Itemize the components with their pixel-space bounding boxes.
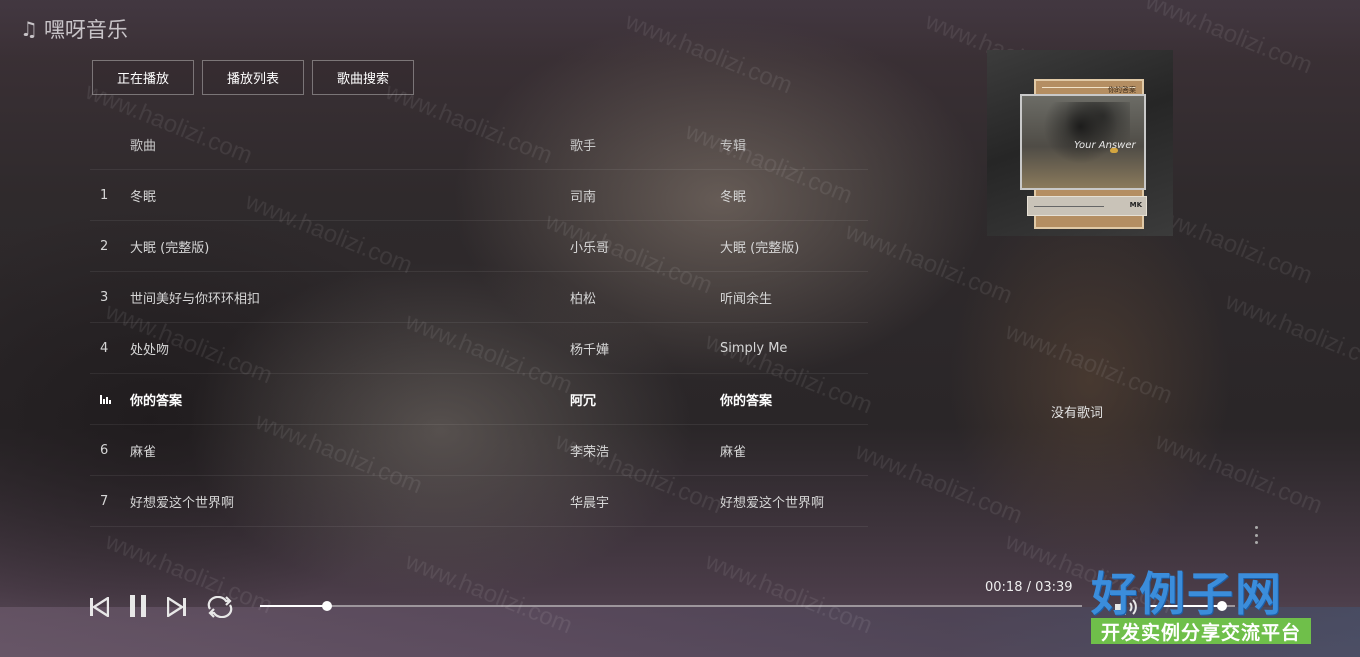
cover-signature: Your Answer: [1074, 140, 1136, 151]
progress-fill: [260, 605, 328, 607]
song-album: 大眠 (完整版): [720, 240, 800, 256]
tab-song-search[interactable]: 歌曲搜索: [312, 60, 415, 95]
previous-icon: [90, 597, 109, 617]
song-album: 好想爱这个世界啊: [720, 495, 825, 511]
song-title: 你的答案: [130, 393, 183, 409]
app-logo: ♫ 嘿呀音乐: [20, 14, 128, 44]
row-number: 1: [100, 187, 109, 203]
row-number: 4: [100, 340, 109, 356]
song-list-header: 歌曲 歌手 专辑: [90, 119, 868, 170]
progress-bar[interactable]: [260, 601, 1082, 611]
table-row[interactable]: 1 冬眠 司南 冬眠: [90, 170, 868, 221]
row-number: 7: [100, 493, 109, 509]
table-row-playing[interactable]: 你的答案 阿冗 你的答案: [90, 374, 868, 425]
header-album: 专辑: [720, 138, 747, 154]
song-album: 你的答案: [720, 393, 773, 409]
song-title: 世间美好与你环环相扣: [130, 291, 261, 307]
app-title: 嘿呀音乐: [43, 18, 128, 42]
pause-icon: [130, 595, 146, 617]
song-artist[interactable]: 小乐哥: [570, 237, 609, 256]
song-artist[interactable]: 柏松: [570, 288, 596, 307]
header-song: 歌曲: [130, 138, 157, 154]
table-row[interactable]: 4 处处吻 杨千嬅 Simply Me: [90, 323, 868, 374]
previous-track-button[interactable]: [89, 596, 109, 618]
table-row[interactable]: 7 好想爱这个世界啊 华晨宇 好想爱这个世界啊: [90, 476, 868, 527]
watermark-brand-title: 好例子网: [1091, 567, 1283, 621]
song-title: 麻雀: [130, 444, 157, 460]
tab-playlist[interactable]: 播放列表: [202, 60, 305, 95]
repeat-icon: [207, 596, 233, 618]
table-row[interactable]: 3 世间美好与你环环相扣 柏松 听闻余生: [90, 272, 868, 323]
row-number: 3: [100, 289, 109, 305]
next-track-button[interactable]: [167, 596, 187, 618]
time-display: 00:18 / 03:39: [985, 580, 1073, 595]
lyrics-placeholder: 没有歌词: [1051, 406, 1104, 421]
watermark-brand: 好例子网 开发实例分享交流平台: [1089, 558, 1311, 646]
song-artist[interactable]: 杨千嬅: [570, 339, 609, 358]
song-artist[interactable]: 阿冗: [570, 390, 596, 409]
table-row[interactable]: 2 大眠 (完整版) 小乐哥 大眠 (完整版): [90, 221, 868, 272]
song-artist[interactable]: 华晨宇: [570, 492, 609, 511]
cover-mark: MK: [1129, 201, 1142, 209]
album-art: 你的答案 Your Answer MK: [987, 50, 1173, 236]
song-artist[interactable]: 司南: [570, 186, 596, 205]
row-number: 6: [100, 442, 109, 458]
row-number: 2: [100, 238, 109, 254]
song-album: 听闻余生: [720, 291, 773, 307]
pause-button[interactable]: [127, 594, 149, 618]
header-artist: 歌手: [570, 138, 597, 154]
song-album: 麻雀: [720, 444, 747, 460]
song-album: Simply Me: [720, 340, 788, 356]
song-title: 处处吻: [130, 342, 170, 358]
tab-bar: 正在播放 播放列表 歌曲搜索: [92, 60, 415, 95]
music-note-icon: ♫: [20, 17, 38, 41]
next-icon: [167, 597, 186, 617]
song-title: 大眠 (完整版): [130, 240, 210, 256]
table-row[interactable]: 6 麻雀 李荣浩 麻雀: [90, 425, 868, 476]
playing-indicator-icon: [100, 394, 120, 404]
tab-now-playing[interactable]: 正在播放: [92, 60, 195, 95]
song-list: 歌曲 歌手 专辑 1 冬眠 司南 冬眠 2 大眠 (完整版) 小乐哥 大眠 (完…: [90, 119, 868, 527]
repeat-button[interactable]: [206, 595, 234, 619]
song-title: 冬眠: [130, 189, 157, 205]
song-album: 冬眠: [720, 189, 747, 205]
song-title: 好想爱这个世界啊: [130, 495, 235, 511]
watermark-brand-subtitle: 开发实例分享交流平台: [1091, 618, 1311, 644]
song-artist[interactable]: 李荣浩: [570, 441, 609, 460]
album-cover: 你的答案 Your Answer MK: [987, 50, 1187, 236]
more-options-icon[interactable]: [1252, 526, 1260, 544]
